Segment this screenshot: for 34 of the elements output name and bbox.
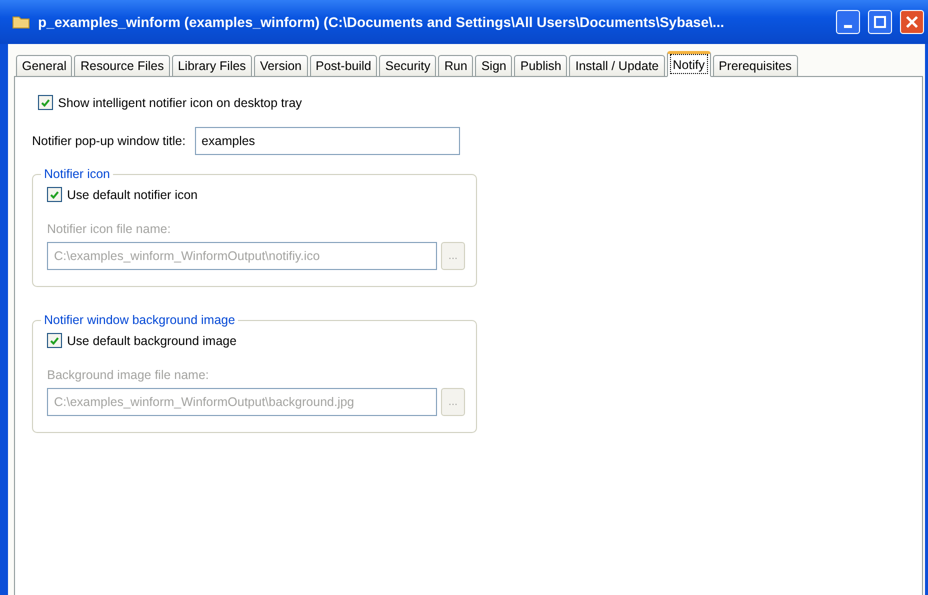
checkbox-label: Use default background image bbox=[67, 334, 237, 348]
maximize-icon bbox=[874, 16, 886, 28]
field-label: Background image file name: bbox=[47, 368, 209, 382]
checkbox-label: Use default notifier icon bbox=[67, 188, 198, 202]
checkmark-icon bbox=[50, 190, 59, 198]
tab[interactable]: Post-build bbox=[310, 55, 378, 77]
tab[interactable]: Prerequisites bbox=[712, 55, 798, 77]
tab[interactable]: Library Files bbox=[172, 55, 252, 77]
window-title: p_examples_winform (examples_winform) (C:\Documents and Settings\All Users\Documents\Sybase\... bbox=[38, 14, 726, 30]
group-title: Notifier icon bbox=[43, 167, 111, 181]
tab[interactable]: Version bbox=[254, 55, 308, 77]
maximize-button[interactable] bbox=[868, 10, 892, 34]
checkbox-label: Show intelligent notifier icon on desktop tray bbox=[58, 96, 302, 110]
input-field[interactable]: examples bbox=[194, 127, 460, 155]
checkmark-icon bbox=[41, 98, 50, 106]
checkbox[interactable]: Show intelligent notifier icon on desktop tray bbox=[38, 95, 922, 110]
field-label: Notifier pop-up window title: bbox=[32, 134, 186, 148]
folder-icon bbox=[12, 15, 30, 29]
tab[interactable]: Sign bbox=[475, 55, 512, 77]
tab[interactable]: Install / Update bbox=[569, 55, 665, 77]
field-label: Notifier icon file name: bbox=[47, 222, 171, 236]
minimize-icon bbox=[844, 24, 852, 28]
tab[interactable]: General bbox=[16, 55, 72, 77]
tab[interactable]: Run bbox=[438, 55, 474, 77]
tab[interactable]: Security bbox=[379, 55, 436, 77]
minimize-button[interactable] bbox=[836, 10, 860, 34]
tab[interactable]: Notify bbox=[666, 51, 711, 77]
checkmark-icon bbox=[50, 336, 59, 344]
tab[interactable]: Resource Files bbox=[74, 55, 170, 77]
close-button[interactable] bbox=[900, 10, 924, 34]
group-title: Notifier window background image bbox=[43, 313, 236, 327]
tab[interactable]: Publish bbox=[514, 55, 568, 77]
close-icon bbox=[906, 16, 918, 28]
checkbox-box[interactable] bbox=[38, 95, 53, 110]
